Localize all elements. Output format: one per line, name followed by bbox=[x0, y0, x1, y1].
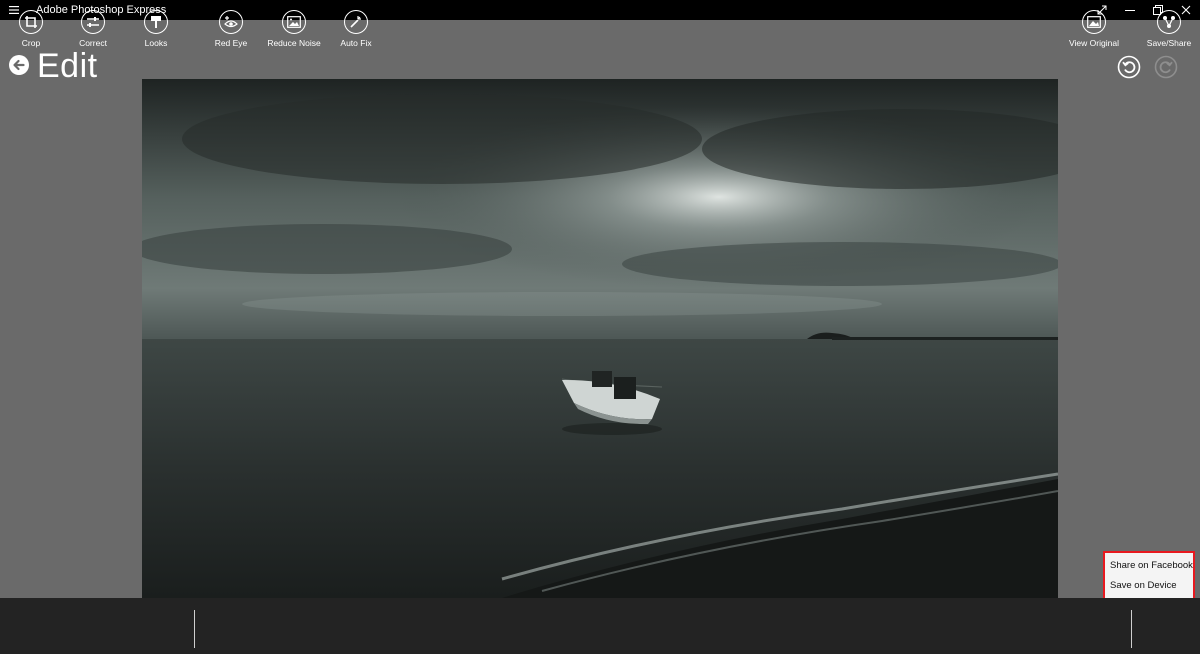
crop-button[interactable]: Crop bbox=[11, 0, 51, 56]
correct-label: Correct bbox=[79, 38, 107, 48]
image-icon bbox=[1087, 16, 1101, 28]
view-original-label: View Original bbox=[1069, 38, 1119, 48]
looks-button-circle bbox=[144, 10, 168, 34]
correct-button[interactable]: Correct bbox=[73, 0, 113, 56]
crop-button-circle bbox=[19, 10, 43, 34]
photo-canvas[interactable] bbox=[142, 79, 1058, 598]
redo-button[interactable] bbox=[1154, 55, 1178, 79]
view-original-button-circle bbox=[1082, 10, 1106, 34]
crop-icon bbox=[25, 16, 37, 28]
crop-label: Crop bbox=[21, 38, 41, 48]
auto-fix-button[interactable]: Auto Fix bbox=[336, 0, 376, 56]
sliders-icon bbox=[87, 17, 99, 27]
image-noise-icon bbox=[287, 16, 301, 28]
looks-button[interactable]: Looks bbox=[136, 0, 176, 56]
save-on-device-item[interactable]: Save on Device bbox=[1105, 576, 1193, 596]
reduce-noise-button-circle bbox=[282, 10, 306, 34]
share-on-facebook-item[interactable]: Share on Facebook bbox=[1105, 556, 1193, 576]
auto-fix-button-circle bbox=[344, 10, 368, 34]
correct-button-circle bbox=[81, 10, 105, 34]
toolbar-separator-right bbox=[1131, 610, 1132, 648]
seascape-photo bbox=[142, 79, 1058, 598]
looks-label: Looks bbox=[144, 38, 168, 48]
save-share-label: Save/Share bbox=[1146, 38, 1192, 48]
view-original-button[interactable]: View Original bbox=[1064, 0, 1124, 56]
back-button[interactable] bbox=[8, 54, 30, 76]
red-eye-button-circle bbox=[219, 10, 243, 34]
share-icon bbox=[1163, 16, 1175, 28]
undo-icon bbox=[1117, 55, 1141, 79]
bottom-toolbar bbox=[0, 598, 1200, 654]
minimize-icon bbox=[1125, 10, 1135, 11]
redo-icon bbox=[1154, 55, 1178, 79]
eye-plus-icon bbox=[224, 16, 238, 28]
magic-wand-icon bbox=[350, 16, 361, 28]
share-menu: Share on Facebook Save on Device bbox=[1103, 551, 1195, 600]
undo-button[interactable] bbox=[1117, 55, 1141, 79]
save-share-button[interactable]: Save/Share bbox=[1144, 0, 1194, 56]
red-eye-button[interactable]: Red Eye bbox=[211, 0, 251, 56]
back-arrow-icon bbox=[9, 55, 29, 75]
reduce-noise-button[interactable]: Reduce Noise bbox=[267, 0, 321, 56]
paint-roller-icon bbox=[151, 16, 161, 28]
title-bar: Adobe Photoshop Express bbox=[0, 0, 1200, 20]
save-share-button-circle bbox=[1157, 10, 1181, 34]
toolbar-separator bbox=[194, 610, 195, 648]
reduce-noise-label: Reduce Noise bbox=[267, 38, 321, 48]
auto-fix-label: Auto Fix bbox=[340, 38, 372, 48]
red-eye-label: Red Eye bbox=[214, 38, 248, 48]
